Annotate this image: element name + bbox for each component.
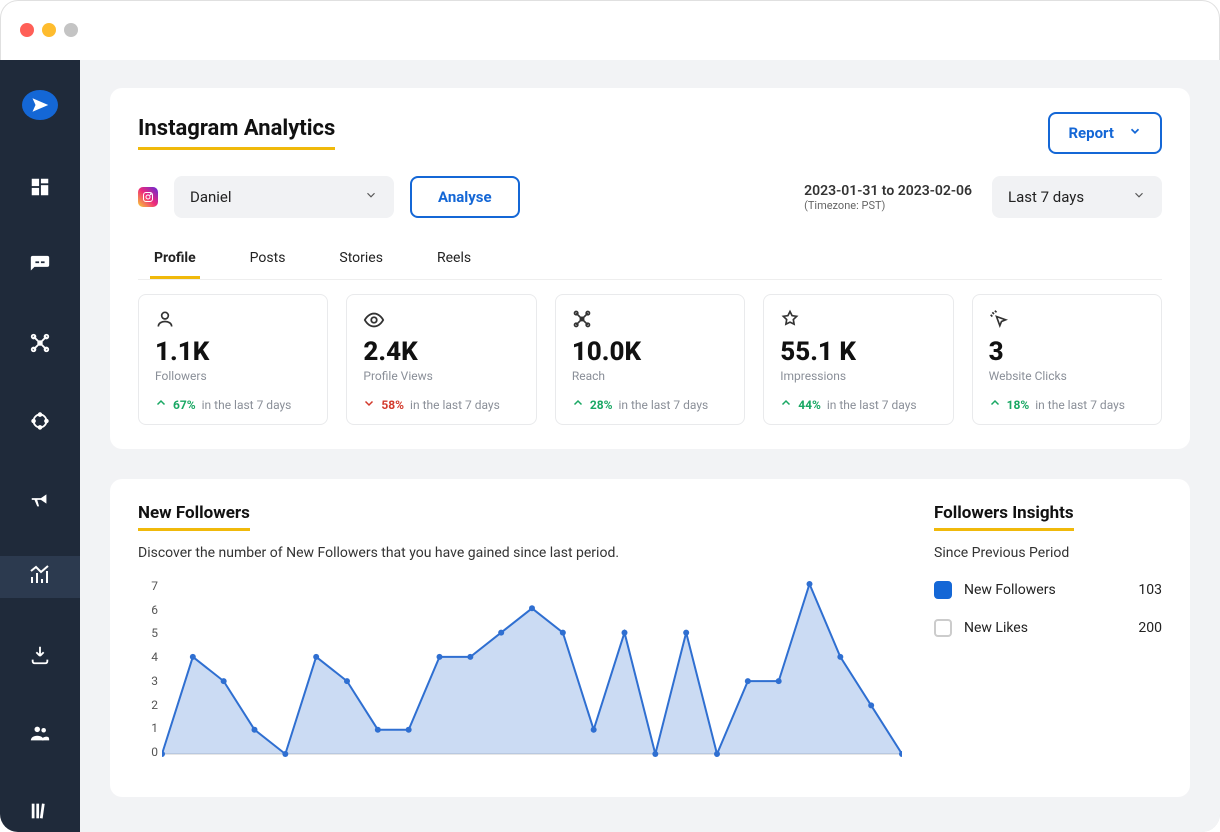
tab-posts[interactable]: Posts (246, 244, 290, 279)
instagram-icon (138, 187, 158, 207)
followers-card: New Followers Discover the number of New… (110, 479, 1190, 797)
metric-card: 2.4K Profile Views 58%in the last 7 days (346, 294, 536, 425)
report-button[interactable]: Report (1048, 112, 1162, 154)
metric-delta: 67%in the last 7 days (155, 397, 311, 412)
cursor-icon (989, 309, 1145, 331)
analyse-button[interactable]: Analyse (410, 176, 520, 218)
chevron-down-icon (364, 188, 378, 206)
app-logo-icon[interactable] (22, 90, 58, 120)
metric-card: 1.1K Followers 67%in the last 7 days (138, 294, 328, 425)
y-tick-label: 7 (138, 579, 158, 593)
insight-value: 103 (1138, 582, 1162, 598)
chevron-down-icon (1128, 124, 1142, 142)
metrics-row: 1.1K Followers 67%in the last 7 days 2.4K Pr… (138, 294, 1162, 425)
page-title: Instagram Analytics (138, 116, 335, 150)
metric-card: 10.0K Reach 28%in the last 7 days (555, 294, 745, 425)
y-tick-label: 5 (138, 626, 158, 640)
metric-card: 3 Website Clicks 18%in the last 7 days (972, 294, 1162, 425)
metric-value: 55.1 K (780, 337, 936, 367)
section-description: Discover the number of New Followers tha… (138, 545, 902, 561)
insight-row: New Followers 103 (934, 581, 1162, 599)
window-minimize-button[interactable] (42, 23, 56, 37)
sidebar-item-download[interactable] (0, 634, 80, 676)
sidebar-item-comments[interactable] (0, 244, 80, 286)
section-title: New Followers (138, 503, 250, 531)
insight-row: New Likes 200 (934, 619, 1162, 637)
metric-label: Website Clicks (989, 369, 1145, 383)
chevron-down-icon (1132, 188, 1146, 206)
metric-label: Profile Views (363, 369, 519, 383)
y-tick-label: 2 (138, 698, 158, 712)
period-label: Last 7 days (1008, 188, 1084, 206)
metric-value: 1.1K (155, 337, 311, 367)
insight-value: 200 (1138, 620, 1162, 636)
new-followers-chart: 7 6 5 4 3 2 1 0 (138, 579, 902, 773)
window-maximize-button[interactable] (64, 23, 78, 37)
metric-label: Impressions (780, 369, 936, 383)
metric-label: Followers (155, 369, 311, 383)
metric-delta: 18%in the last 7 days (989, 397, 1145, 412)
date-range: 2023-01-31 to 2023-02-06 (Timezone: PST) (804, 183, 972, 212)
trend-up-icon (780, 397, 792, 412)
y-tick-label: 1 (138, 721, 158, 735)
tab-stories[interactable]: Stories (335, 244, 387, 279)
trend-up-icon (155, 397, 167, 412)
window-close-button[interactable] (20, 23, 34, 37)
metric-value: 3 (989, 337, 1145, 367)
y-tick-label: 6 (138, 603, 158, 617)
tab-reels[interactable]: Reels (433, 244, 475, 279)
trend-up-icon (989, 397, 1001, 412)
tab-profile[interactable]: Profile (150, 244, 200, 279)
account-name: Daniel (190, 188, 232, 206)
y-tick-label: 3 (138, 674, 158, 688)
insight-checkbox[interactable] (934, 619, 952, 637)
insights-subtitle: Since Previous Period (934, 545, 1162, 561)
insight-label: New Likes (964, 620, 1028, 636)
sidebar-item-network[interactable] (0, 322, 80, 364)
sidebar-item-campaigns[interactable] (0, 478, 80, 520)
sidebar-item-analytics[interactable] (0, 556, 80, 598)
window-titlebar (0, 0, 1220, 60)
metric-delta: 44%in the last 7 days (780, 397, 936, 412)
metric-card: 55.1 K Impressions 44%in the last 7 days (763, 294, 953, 425)
metric-delta: 28%in the last 7 days (572, 397, 728, 412)
star-icon (780, 309, 936, 331)
sidebar-item-target[interactable] (0, 400, 80, 442)
network-icon (572, 309, 728, 331)
insight-label: New Followers (964, 582, 1056, 598)
account-select[interactable]: Daniel (174, 176, 394, 218)
metric-value: 10.0K (572, 337, 728, 367)
sidebar (0, 60, 80, 832)
metric-label: Reach (572, 369, 728, 383)
sidebar-item-dashboard[interactable] (0, 166, 80, 208)
metric-delta: 58%in the last 7 days (363, 397, 519, 412)
report-button-label: Report (1068, 124, 1114, 142)
tabs: Profile Posts Stories Reels (138, 244, 1162, 280)
insights-title: Followers Insights (934, 503, 1074, 531)
user-icon (155, 309, 311, 331)
sidebar-item-library[interactable] (0, 790, 80, 832)
eye-icon (363, 309, 519, 331)
y-tick-label: 0 (138, 745, 158, 759)
analytics-card: Instagram Analytics Report Daniel (110, 88, 1190, 449)
metric-value: 2.4K (363, 337, 519, 367)
period-select[interactable]: Last 7 days (992, 176, 1162, 218)
sidebar-item-team[interactable] (0, 712, 80, 754)
insight-checkbox[interactable] (934, 581, 952, 599)
trend-up-icon (572, 397, 584, 412)
y-tick-label: 4 (138, 650, 158, 664)
trend-down-icon (363, 397, 375, 412)
